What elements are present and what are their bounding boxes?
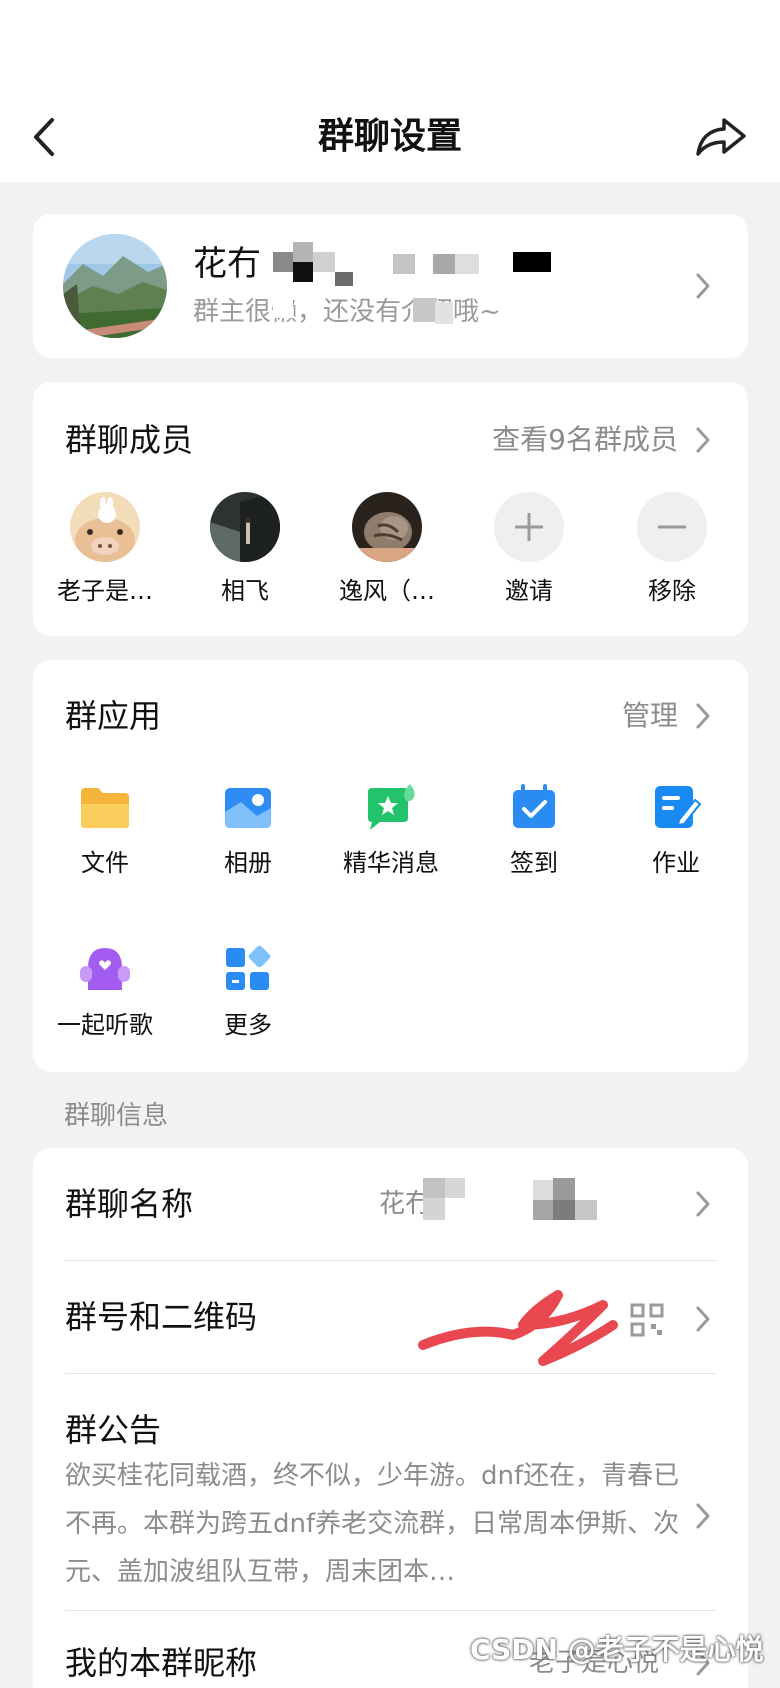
privacy-scribble [418,1290,618,1366]
group-notice-row[interactable]: 群公告 欲买桂花同载酒，终不似，少年游。dnf还在，青春已不再。本群为跨五dnf… [33,1374,748,1610]
app-label: 一起听歌 [57,1011,153,1039]
more-apps-icon [226,945,271,990]
avatar [70,492,140,562]
member-name: 相飞 [221,577,269,605]
app-checkin[interactable]: 签到 [469,782,599,880]
remove-button[interactable]: 移除 [612,492,732,608]
invite-button[interactable]: 邀请 [469,492,589,608]
calendar-check-icon [513,784,555,828]
top-bar: 群聊设置 [0,0,780,182]
app-files[interactable]: 文件 [40,782,170,880]
member-name: 老子是… [57,577,153,605]
group-avatar[interactable] [63,234,167,338]
avatar [352,492,422,562]
share-icon[interactable] [694,112,750,162]
group-name: 花冇 [193,244,261,284]
member-item[interactable]: 老子是… [45,492,165,608]
group-notice-text: 欲买桂花同载酒，终不似，少年游。dnf还在，青春已不再。本群为跨五dnf养老交流… [65,1461,680,1587]
listen-music-icon [80,948,130,990]
member-item[interactable]: 相飞 [185,492,305,608]
invite-label: 邀请 [505,577,553,605]
chevron-right-icon [696,1306,710,1332]
minus-icon [637,492,707,562]
chevron-right-icon [696,1503,710,1529]
remove-label: 移除 [648,577,696,605]
manage-apps-link[interactable]: 管理 [622,696,678,736]
app-label: 相册 [224,849,272,877]
page-title: 群聊设置 [317,116,462,157]
app-label: 签到 [510,849,558,877]
qr-code-icon [630,1303,664,1337]
app-label: 精华消息 [343,849,439,877]
essence-message-icon [368,784,415,830]
group-name-label: 群聊名称 [65,1185,194,1223]
view-all-members-link[interactable]: 查看9名群成员 [492,420,678,460]
group-id-row[interactable]: 群号和二维码 [33,1261,748,1373]
group-info-card: 群聊名称 花冇 群号和二维码 群公告 欲买桂花同载酒，终不似，少年游。dnf还在… [33,1148,748,1688]
app-homework[interactable]: 作业 [611,782,741,880]
plus-icon [494,492,564,562]
group-id-label: 群号和二维码 [65,1298,258,1336]
homework-icon [655,786,702,828]
watermark: CSDN @老子不是心悦 [470,1633,764,1666]
avatar [210,492,280,562]
app-label: 作业 [652,849,700,877]
app-label: 更多 [224,1011,272,1039]
privacy-mosaic [423,1178,623,1228]
app-more[interactable]: 更多 [183,944,313,1042]
member-name: 逸风（… [339,577,435,605]
folder-icon [81,788,129,828]
group-notice-label: 群公告 [65,1411,162,1449]
privacy-mosaic [273,242,613,332]
chevron-right-icon [696,1191,710,1217]
my-nickname-label: 我的本群昵称 [65,1644,258,1682]
member-item[interactable]: 逸风（… [327,492,447,608]
album-icon [225,788,271,828]
app-label: 文件 [81,849,129,877]
members-title: 群聊成员 [65,421,194,459]
group-name-row[interactable]: 群聊名称 花冇 [33,1148,748,1260]
app-essence-messages[interactable]: 精华消息 [326,782,456,880]
app-listen-together[interactable]: 一起听歌 [40,944,170,1042]
app-album[interactable]: 相册 [183,782,313,880]
members-card: 群聊成员 查看9名群成员 老子是… 相飞 逸风（… 邀请 移除 [33,382,748,636]
section-label: 群聊信息 [64,1101,169,1131]
chevron-right-icon[interactable] [693,700,713,732]
group-profile-card[interactable]: 花冇 群主很懒，还没有介绍哦~ [33,214,748,358]
apps-title: 群应用 [65,697,162,735]
chevron-right-icon[interactable] [693,424,713,456]
chevron-right-icon [696,273,710,299]
group-apps-card: 群应用 管理 文件 相册 精华消息 签到 作业 一起听歌 更多 [33,660,748,1072]
